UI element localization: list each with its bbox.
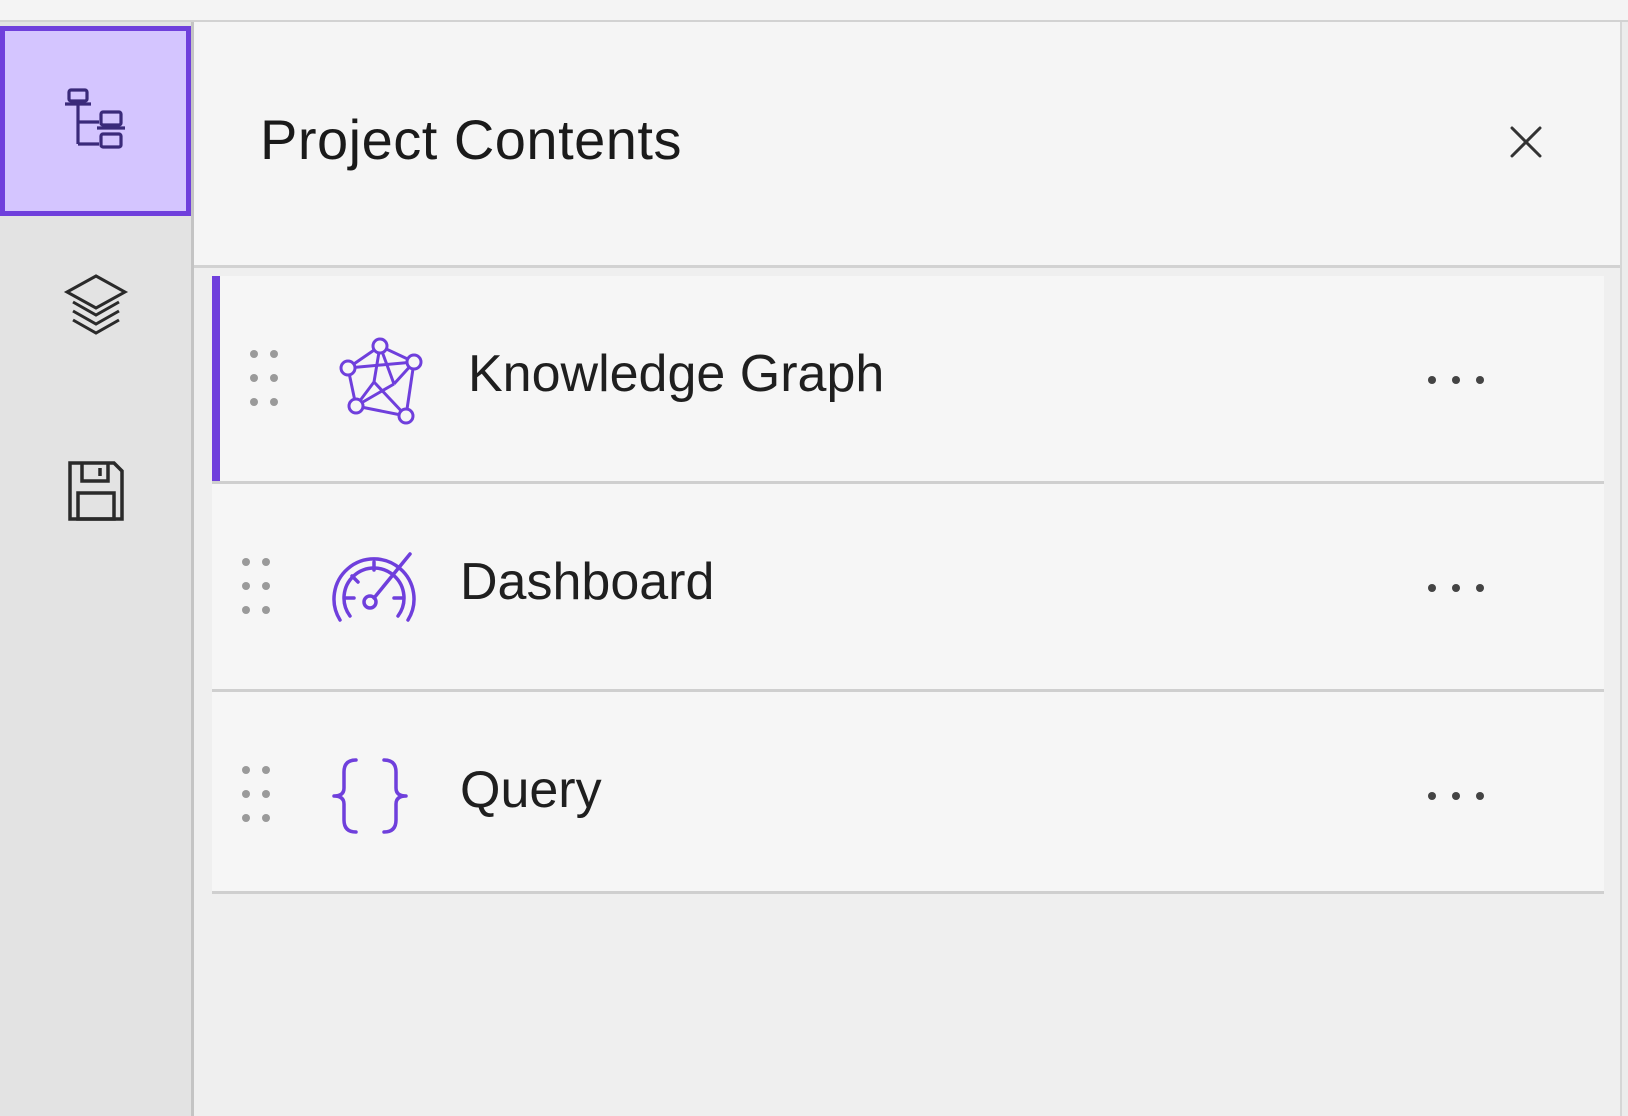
ellipsis-icon xyxy=(1428,584,1484,592)
more-actions-button[interactable] xyxy=(1418,772,1494,820)
action-layers[interactable] xyxy=(0,208,191,398)
list-item-knowledge-graph[interactable]: Knowledge Graph xyxy=(212,276,1604,484)
panel-header: Project Contents xyxy=(194,22,1620,268)
drag-handle-icon[interactable] xyxy=(236,554,276,618)
action-project-contents[interactable] xyxy=(0,26,191,216)
contents-list: Knowledge Graph Dashboard Query xyxy=(212,276,1604,894)
panel-title: Project Contents xyxy=(260,108,682,171)
app-window: Project Contents Knowledge Graph Dashboa… xyxy=(0,0,1628,1116)
dashboard-gauge-icon xyxy=(326,540,422,636)
ellipsis-icon xyxy=(1428,792,1484,800)
action-bar xyxy=(0,22,194,1116)
project-contents-panel: Project Contents Knowledge Graph Dashboa… xyxy=(194,22,1620,1116)
curly-braces-icon xyxy=(322,748,418,844)
close-icon xyxy=(1510,126,1542,158)
ellipsis-icon xyxy=(1428,376,1484,384)
hierarchy-icon xyxy=(64,88,125,149)
action-save[interactable] xyxy=(0,396,191,586)
list-item-label: Knowledge Graph xyxy=(468,345,885,403)
panel-edge xyxy=(1620,22,1628,1116)
more-actions-button[interactable] xyxy=(1418,356,1494,404)
top-strip xyxy=(0,0,1628,22)
knowledge-graph-icon xyxy=(334,332,430,428)
list-item-label: Query xyxy=(460,761,602,819)
more-actions-button[interactable] xyxy=(1418,564,1494,612)
drag-handle-icon[interactable] xyxy=(236,762,276,826)
list-item-label: Dashboard xyxy=(460,553,715,611)
list-item-dashboard[interactable]: Dashboard xyxy=(212,484,1604,692)
drag-handle-icon[interactable] xyxy=(244,346,284,410)
layers-icon xyxy=(63,274,128,335)
list-item-query[interactable]: Query xyxy=(212,692,1604,894)
close-button[interactable] xyxy=(1502,118,1550,166)
save-icon xyxy=(67,461,124,521)
